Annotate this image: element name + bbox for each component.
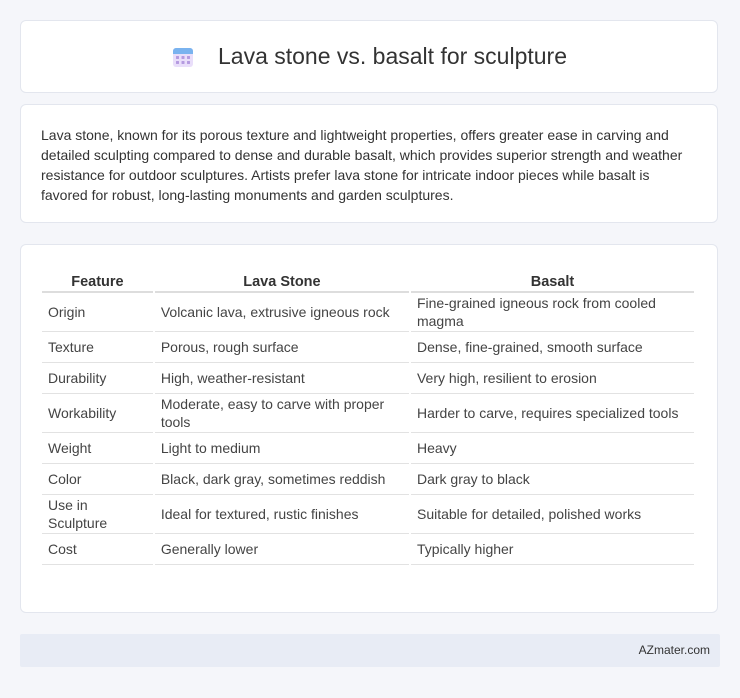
intro-card: Lava stone, known for its porous texture… xyxy=(20,104,718,223)
basalt-cell: Fine-grained igneous rock from cooled ma… xyxy=(410,293,694,332)
footer-bar: AZmater.com xyxy=(20,634,720,667)
footer-brand[interactable]: AZmater.com xyxy=(639,643,710,657)
feature-cell: Weight xyxy=(42,433,153,464)
title-card: Lava stone vs. basalt for sculpture xyxy=(20,20,718,93)
table-row: Origin Volcanic lava, extrusive igneous … xyxy=(42,293,694,332)
table-row: Use in Sculpture Ideal for textured, rus… xyxy=(42,495,694,534)
table-row: Color Black, dark gray, sometimes reddis… xyxy=(42,464,694,495)
basalt-cell: Suitable for detailed, polished works xyxy=(410,495,694,534)
lava-stone-cell: Moderate, easy to carve with proper tool… xyxy=(154,394,409,433)
basalt-cell: Dark gray to black xyxy=(410,464,694,495)
feature-cell: Durability xyxy=(42,363,153,394)
feature-cell: Origin xyxy=(42,293,153,332)
feature-cell: Workability xyxy=(42,394,153,433)
header-feature: Feature xyxy=(42,265,153,293)
calendar-icon xyxy=(171,45,195,69)
basalt-cell: Typically higher xyxy=(410,534,694,565)
table-row: Texture Porous, rough surface Dense, fin… xyxy=(42,332,694,363)
table-header-row: Feature Lava Stone Basalt xyxy=(42,265,694,293)
header-basalt: Basalt xyxy=(410,265,694,293)
basalt-cell: Very high, resilient to erosion xyxy=(410,363,694,394)
table-row: Workability Moderate, easy to carve with… xyxy=(42,394,694,433)
basalt-cell: Dense, fine-grained, smooth surface xyxy=(410,332,694,363)
basalt-cell: Heavy xyxy=(410,433,694,464)
lava-stone-cell: High, weather-resistant xyxy=(154,363,409,394)
comparison-table: Feature Lava Stone Basalt Origin Volcani… xyxy=(40,265,696,565)
lava-stone-cell: Porous, rough surface xyxy=(154,332,409,363)
feature-cell: Cost xyxy=(42,534,153,565)
feature-cell: Color xyxy=(42,464,153,495)
lava-stone-cell: Black, dark gray, sometimes reddish xyxy=(154,464,409,495)
header-lava-stone: Lava Stone xyxy=(154,265,409,293)
table-row: Weight Light to medium Heavy xyxy=(42,433,694,464)
lava-stone-cell: Volcanic lava, extrusive igneous rock xyxy=(154,293,409,332)
intro-text: Lava stone, known for its porous texture… xyxy=(41,127,683,203)
lava-stone-cell: Light to medium xyxy=(154,433,409,464)
lava-stone-cell: Ideal for textured, rustic finishes xyxy=(154,495,409,534)
table-row: Durability High, weather-resistant Very … xyxy=(42,363,694,394)
page-title: Lava stone vs. basalt for sculpture xyxy=(217,43,568,69)
table-row: Cost Generally lower Typically higher xyxy=(42,534,694,565)
feature-cell: Use in Sculpture xyxy=(42,495,153,534)
comparison-card: Feature Lava Stone Basalt Origin Volcani… xyxy=(20,244,718,613)
feature-cell: Texture xyxy=(42,332,153,363)
basalt-cell: Harder to carve, requires specialized to… xyxy=(410,394,694,433)
lava-stone-cell: Generally lower xyxy=(154,534,409,565)
